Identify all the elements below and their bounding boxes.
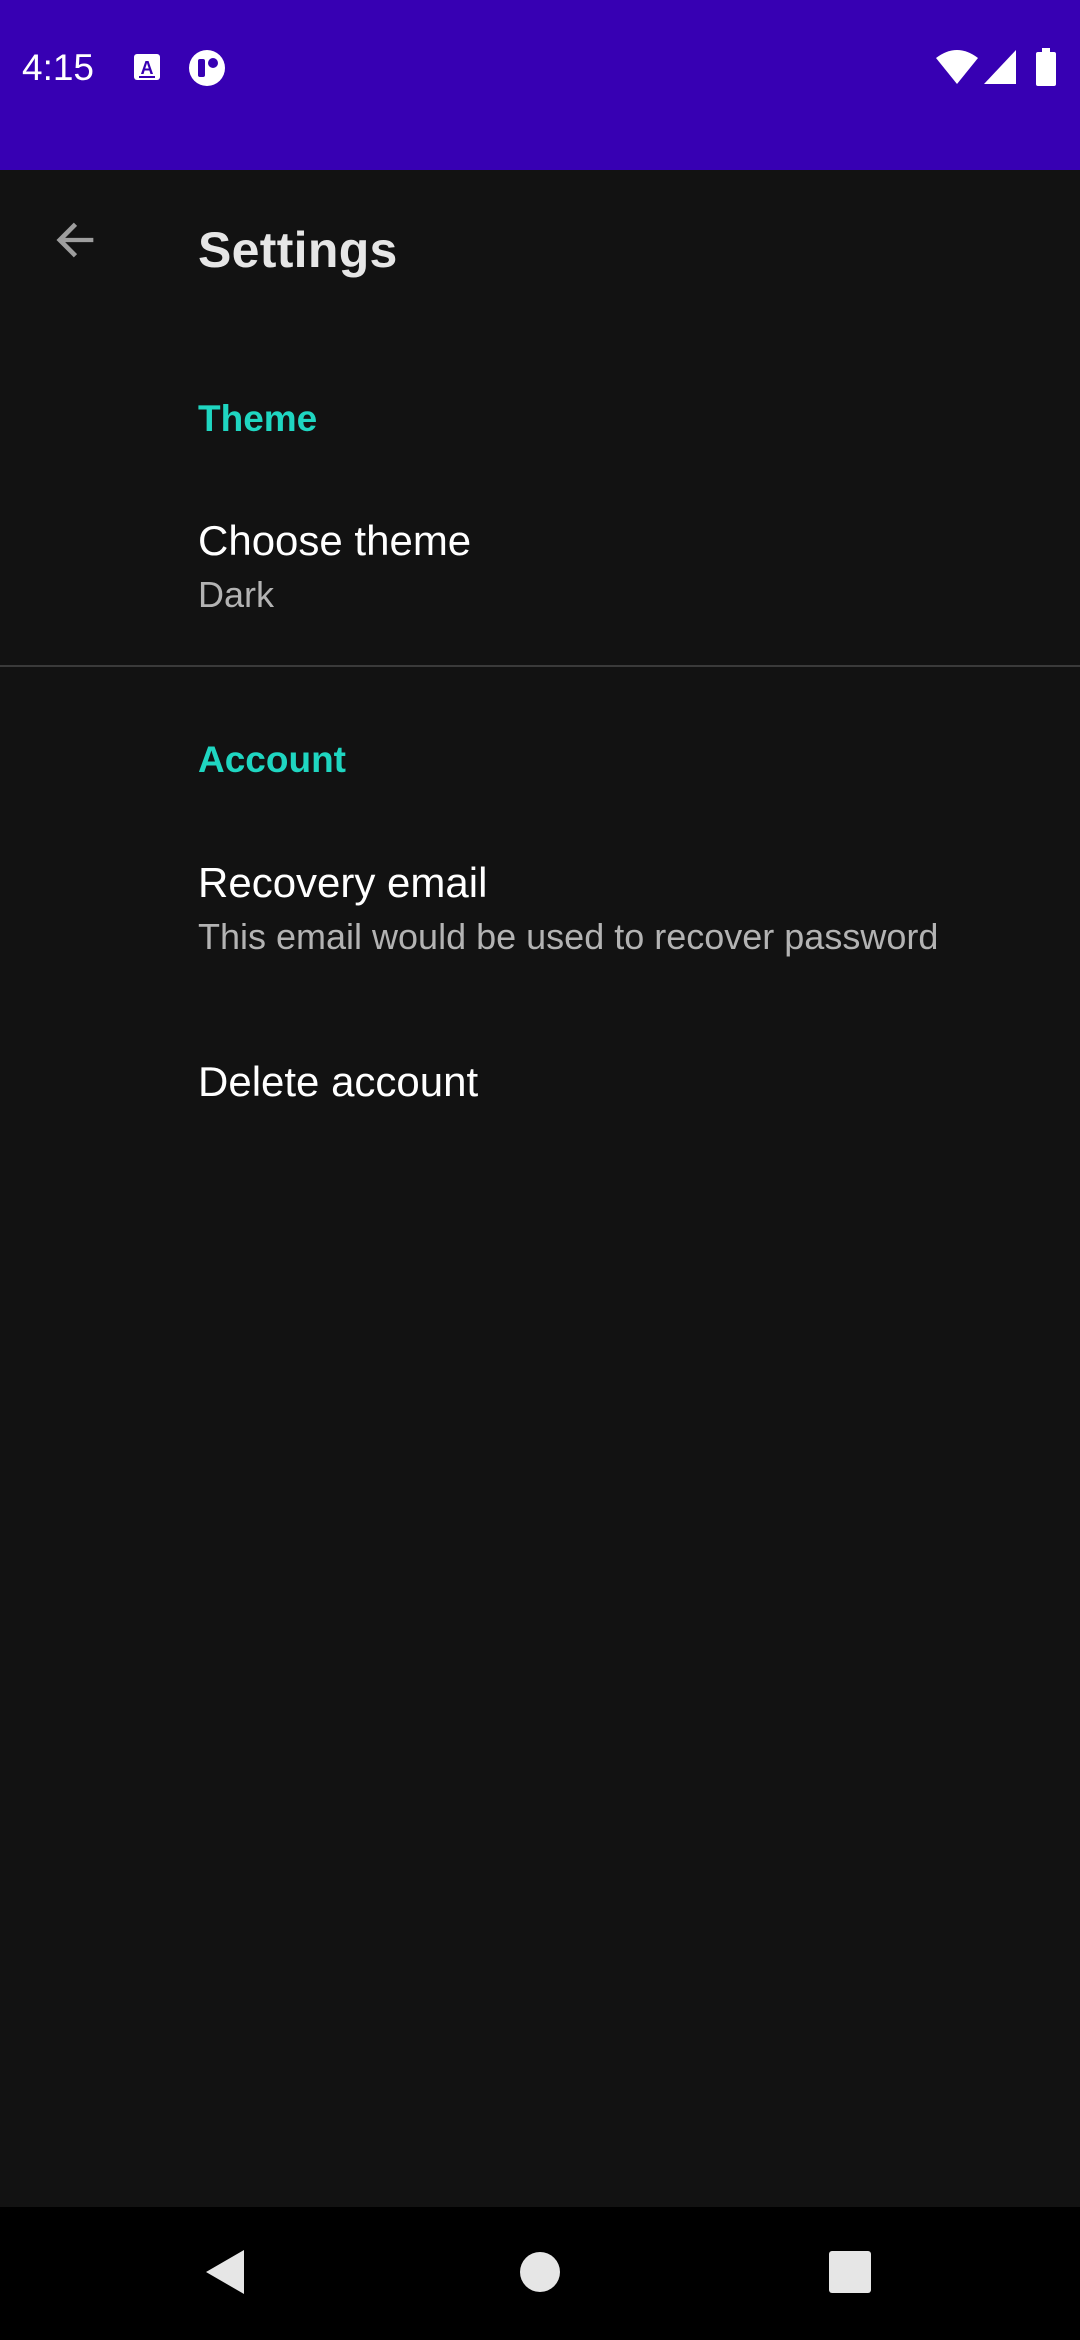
- status-time: 4:15: [22, 47, 95, 88]
- wifi-icon: [934, 48, 980, 88]
- system-navigation-bar: [0, 2207, 1080, 2340]
- recents-square-icon: [828, 2250, 872, 2299]
- account-category-title: Account: [198, 739, 346, 780]
- recovery-email-summary: This email would be used to recover pass…: [198, 916, 939, 957]
- recovery-email-preference[interactable]: Recovery email This email would be used …: [0, 830, 1080, 990]
- nav-back-button[interactable]: [183, 2231, 269, 2317]
- nav-home-button[interactable]: [497, 2231, 583, 2317]
- back-button[interactable]: [36, 202, 116, 282]
- app-bar: Settings: [0, 170, 1080, 330]
- home-circle-icon: [518, 2250, 562, 2299]
- delete-account-title: Delete account: [198, 1058, 479, 1105]
- choose-theme-preference[interactable]: Choose theme Dark: [0, 490, 1080, 640]
- delete-account-preference[interactable]: Delete account: [0, 1030, 1080, 1140]
- theme-category-title: Theme: [198, 398, 318, 439]
- cellular-signal-icon: [982, 48, 1018, 88]
- section-divider: [0, 665, 1080, 667]
- settings-screen: 4:15 A Settings Theme Choose theme Dark …: [0, 0, 1080, 2340]
- arrow-back-icon: [50, 214, 102, 271]
- choose-theme-title: Choose theme: [198, 517, 472, 564]
- keyboard-a-icon: A: [132, 48, 162, 88]
- back-triangle-icon: [202, 2247, 250, 2302]
- choose-theme-summary: Dark: [198, 574, 275, 615]
- page-title: Settings: [198, 222, 398, 278]
- svg-text:A: A: [141, 58, 154, 78]
- app-notification-icon: [186, 48, 228, 88]
- status-bar: 4:15 A: [0, 0, 1080, 170]
- recovery-email-title: Recovery email: [198, 859, 488, 906]
- battery-icon: [1034, 48, 1058, 88]
- nav-recents-button[interactable]: [807, 2231, 893, 2317]
